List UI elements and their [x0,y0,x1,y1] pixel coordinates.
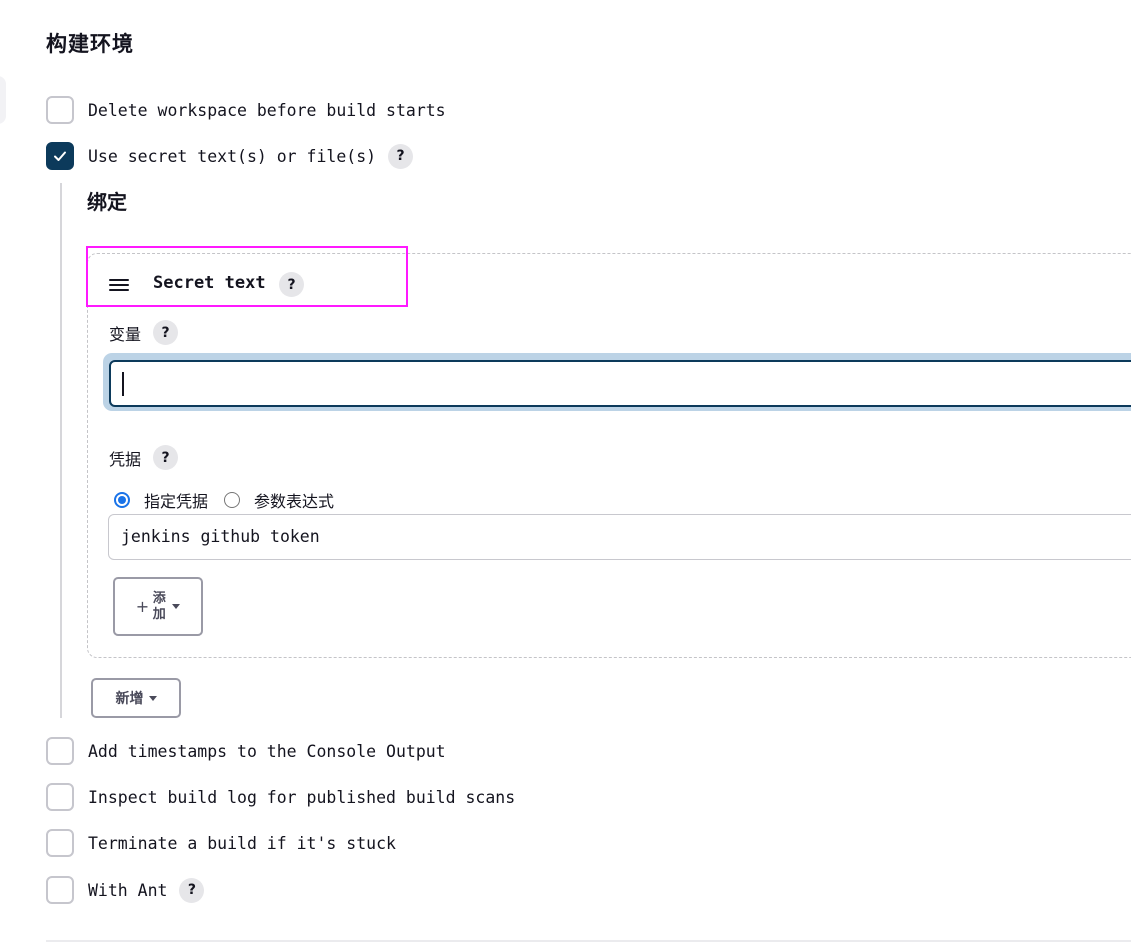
caret-down-icon [148,695,157,701]
option-label: Terminate a build if it's stuck [88,833,396,853]
variable-label: 变量 [109,325,142,344]
checkbox[interactable] [46,96,74,124]
checkbox[interactable] [46,829,74,857]
secret-text-title: Secret text [153,273,266,293]
nested-section-line [60,183,62,718]
option-label: Use secret text(s) or file(s) [88,146,377,166]
checkbox[interactable] [46,737,74,765]
option-delete-workspace[interactable]: Delete workspace before build starts [46,96,446,124]
option-label: Add timestamps to the Console Output [88,741,446,761]
sidebar-edge [0,76,6,124]
radio-parameter-expression[interactable] [224,492,241,508]
option-terminate-stuck-build[interactable]: Terminate a build if it's stuck [46,829,396,857]
credentials-mode-radio-group: 指定凭据 参数表达式 [114,488,350,512]
help-icon[interactable]: ? [279,272,304,297]
option-with-ant[interactable]: With Ant ? [46,876,205,904]
option-inspect-build-log[interactable]: Inspect build log for published build sc… [46,783,515,811]
credentials-selected-value: jenkins github token [121,527,320,546]
option-label: Inspect build log for published build sc… [88,787,516,807]
check-icon [54,151,66,161]
add-binding-label: 新增 [115,691,144,707]
option-add-timestamps[interactable]: Add timestamps to the Console Output [46,737,446,765]
add-credentials-button[interactable]: + 添加 [113,577,203,636]
add-button-label: 添加 [152,590,166,622]
help-icon[interactable]: ? [388,143,414,169]
add-binding-button[interactable]: 新增 [91,678,181,718]
text-caret [122,372,124,396]
help-icon[interactable]: ? [153,445,178,470]
checkbox[interactable] [46,783,74,811]
section-title: 构建环境 [46,32,134,56]
help-icon[interactable]: ? [179,877,205,903]
radio-label: 指定凭据 [144,492,209,511]
radio-specific-credentials[interactable] [114,492,130,508]
caret-down-icon [172,604,181,609]
credentials-label: 凭据 [109,450,142,469]
variable-input[interactable] [109,360,1131,407]
option-label: With Ant [88,880,168,900]
drag-handle-icon[interactable] [109,279,129,291]
secret-text-binding [87,253,1131,658]
credentials-select[interactable]: jenkins github token [108,514,1131,560]
section-divider [46,940,1131,942]
plus-icon: + [135,597,150,616]
checkbox-checked[interactable] [46,142,74,170]
radio-label: 参数表达式 [254,492,335,511]
option-label: Delete workspace before build starts [88,100,446,120]
option-use-secret-text[interactable]: Use secret text(s) or file(s) ? [46,142,414,170]
help-icon[interactable]: ? [153,320,178,345]
bindings-title: 绑定 [87,190,127,214]
checkbox[interactable] [46,876,74,904]
